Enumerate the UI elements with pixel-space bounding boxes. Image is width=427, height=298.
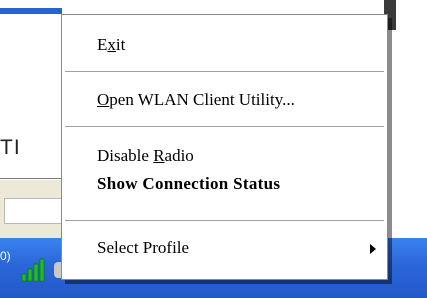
tray-context-menu: Exit Open WLAN Client Utility... Disable…: [61, 14, 388, 280]
background-divider: [0, 178, 62, 179]
tray-partial-text: 0): [0, 249, 11, 263]
background-partial-text: TI: [0, 136, 21, 159]
background-blue-bar: [0, 8, 62, 14]
menu-item-exit[interactable]: Exit: [63, 32, 386, 58]
menu-separator: [65, 126, 384, 128]
menu-item-open-wlan-client-utility[interactable]: Open WLAN Client Utility...: [63, 87, 386, 113]
background-input-field: [4, 198, 63, 224]
menu-item-select-profile[interactable]: Select Profile: [63, 235, 386, 261]
menu-separator: [65, 220, 384, 222]
menu-item-disable-radio[interactable]: Disable Radio: [63, 143, 386, 169]
submenu-arrow-icon: [370, 244, 376, 254]
menu-item-show-connection-status[interactable]: Show Connection Status: [63, 171, 386, 197]
menu-separator: [65, 71, 384, 73]
signal-strength-icon[interactable]: [20, 258, 48, 282]
